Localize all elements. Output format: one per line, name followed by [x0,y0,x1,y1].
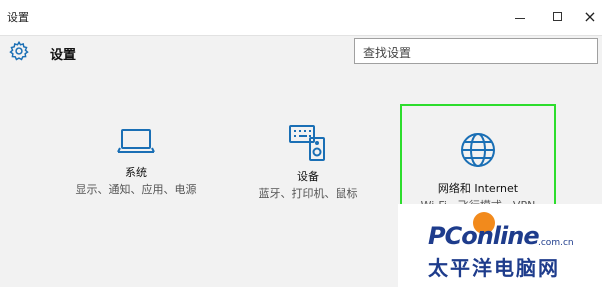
search-input[interactable]: 查找设置 [354,38,598,64]
window-title: 设置 [7,11,29,24]
gear-icon [9,40,29,61]
watermark-brand: PConline [428,222,540,250]
tile-system-name: 系统 [125,166,147,179]
page-title: 设置 [50,48,77,63]
keyboard-speaker-icon [289,125,325,161]
minimize-button[interactable] [508,6,532,26]
title-bar: 设置 × [0,0,602,36]
tile-system-desc: 显示、通知、应用、电源 [75,183,197,196]
watermark: PConline .com.cn 太平洋电脑网 [398,204,602,287]
tile-devices[interactable]: 设备 蓝牙、打印机、鼠标 [238,120,378,201]
tile-network-name: 网络和 Internet [437,182,519,195]
maximize-button[interactable] [545,6,569,26]
globe-icon [461,133,495,167]
laptop-icon [117,129,155,153]
tile-devices-name: 设备 [297,170,319,183]
close-icon: × [583,6,597,26]
minimize-icon [515,17,525,19]
tile-system[interactable]: 系统 显示、通知、应用、电源 [66,120,206,197]
watermark-domain: .com.cn [538,238,574,248]
search-placeholder: 查找设置 [363,46,412,60]
close-button[interactable]: × [578,6,602,26]
maximize-icon [552,11,562,21]
watermark-cn: 太平洋电脑网 [428,256,560,280]
tile-devices-desc: 蓝牙、打印机、鼠标 [258,187,358,200]
